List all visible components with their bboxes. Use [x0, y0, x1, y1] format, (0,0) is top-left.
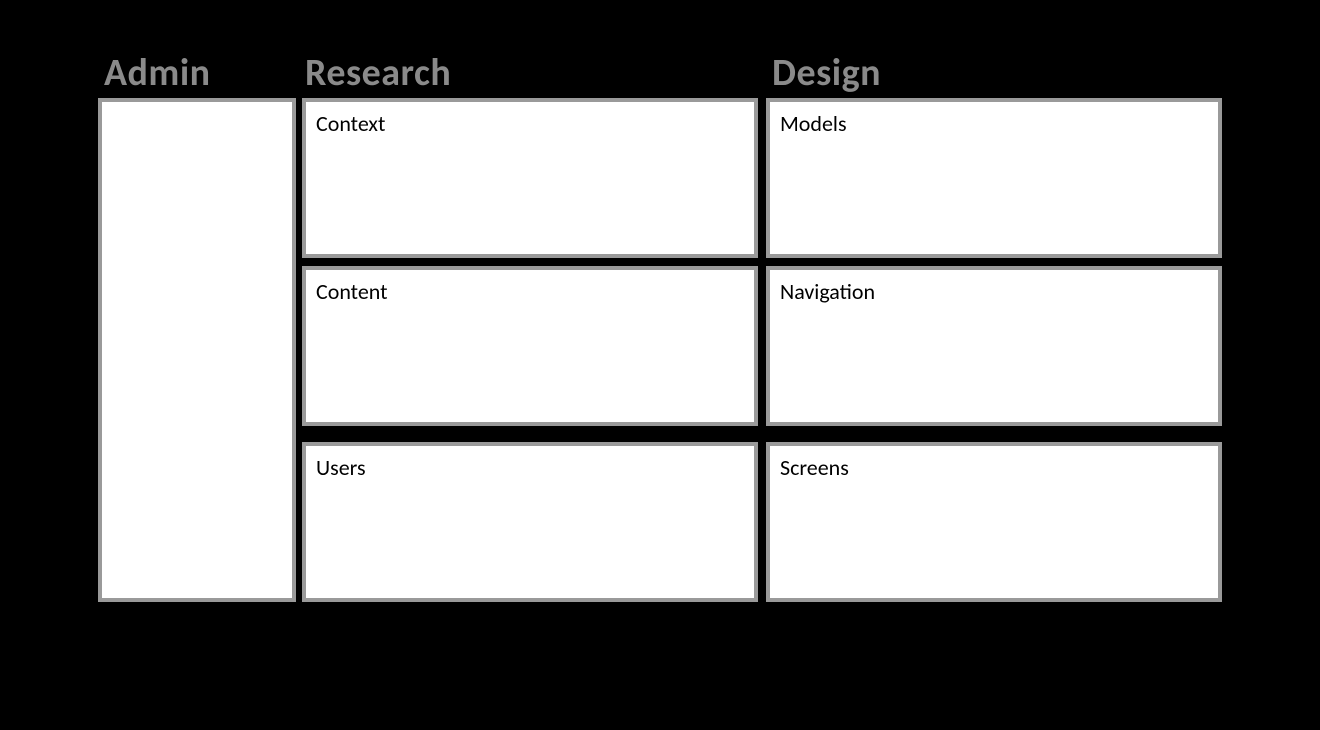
- research-cell-users: Users: [302, 442, 758, 602]
- design-cell-screens: Screens: [766, 442, 1222, 602]
- cell-label: Users: [316, 454, 366, 481]
- admin-panel: [98, 98, 296, 602]
- column-header-research: Research: [305, 50, 451, 96]
- cell-label: Content: [316, 278, 388, 305]
- cell-label: Screens: [780, 454, 849, 481]
- design-cell-models: Models: [766, 98, 1222, 258]
- column-header-design: Design: [772, 50, 881, 96]
- research-cell-context: Context: [302, 98, 758, 258]
- design-cell-navigation: Navigation: [766, 266, 1222, 426]
- cell-label: Navigation: [780, 278, 875, 305]
- column-header-admin: Admin: [104, 50, 211, 96]
- research-cell-content: Content: [302, 266, 758, 426]
- cell-label: Models: [780, 110, 847, 137]
- cell-label: Context: [316, 110, 385, 137]
- separator-bar: [298, 426, 1226, 440]
- diagram-stage: Admin Research Design Context Content Us…: [0, 0, 1320, 730]
